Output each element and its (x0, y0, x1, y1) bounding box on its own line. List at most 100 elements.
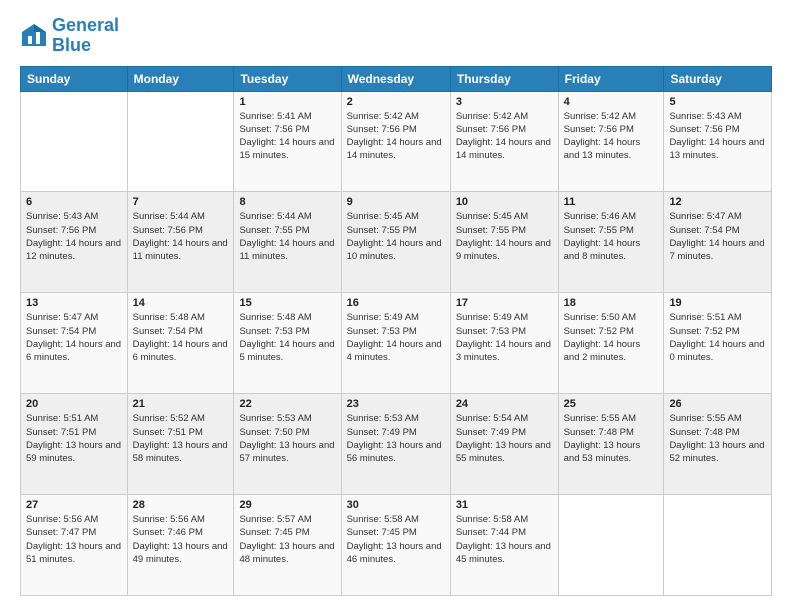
calendar-cell: 12 Sunrise: 5:47 AMSunset: 7:54 PMDayligh… (664, 192, 772, 293)
calendar-cell: 3 Sunrise: 5:42 AMSunset: 7:56 PMDaylight… (450, 91, 558, 192)
day-number: 7 (133, 196, 229, 208)
day-number: 20 (26, 398, 122, 410)
calendar-cell: 27 Sunrise: 5:56 AMSunset: 7:47 PMDayligh… (21, 495, 128, 596)
weekday-header: Sunday (21, 66, 128, 91)
day-number: 4 (564, 96, 659, 108)
logo: General Blue (20, 16, 119, 56)
calendar-cell (558, 495, 664, 596)
calendar-cell: 29 Sunrise: 5:57 AMSunset: 7:45 PMDayligh… (234, 495, 341, 596)
day-number: 10 (456, 196, 553, 208)
day-info: Sunrise: 5:42 AMSunset: 7:56 PMDaylight:… (456, 110, 553, 163)
calendar-cell: 26 Sunrise: 5:55 AMSunset: 7:48 PMDayligh… (664, 394, 772, 495)
header: General Blue (20, 16, 772, 56)
calendar-cell: 7Sunrise: 5:44 AMSunset: 7:56 PMDaylight… (127, 192, 234, 293)
day-number: 19 (669, 297, 766, 309)
day-info: Sunrise: 5:45 AMSunset: 7:55 PMDaylight:… (456, 210, 553, 263)
calendar-cell: 18Sunrise: 5:50 AMSunset: 7:52 PMDayligh… (558, 293, 664, 394)
calendar-cell: 4 Sunrise: 5:42 AMSunset: 7:56 PMDaylight… (558, 91, 664, 192)
day-info: Sunrise: 5:53 AMSunset: 7:49 PMDaylight:… (347, 412, 445, 465)
calendar-cell: 19 Sunrise: 5:51 AMSunset: 7:52 PMDayligh… (664, 293, 772, 394)
day-info: Sunrise: 5:56 AMSunset: 7:47 PMDaylight:… (26, 513, 122, 566)
day-info: Sunrise: 5:41 AMSunset: 7:56 PMDaylight:… (239, 110, 335, 163)
calendar-cell: 2Sunrise: 5:42 AMSunset: 7:56 PMDaylight… (341, 91, 450, 192)
day-info: Sunrise: 5:43 AMSunset: 7:56 PMDaylight:… (669, 110, 766, 163)
calendar-cell: 6Sunrise: 5:43 AMSunset: 7:56 PMDaylight… (21, 192, 128, 293)
day-info: Sunrise: 5:57 AMSunset: 7:45 PMDaylight:… (239, 513, 335, 566)
calendar-cell: 1 Sunrise: 5:41 AMSunset: 7:56 PMDaylight… (234, 91, 341, 192)
calendar-cell: 5 Sunrise: 5:43 AMSunset: 7:56 PMDaylight… (664, 91, 772, 192)
day-info: Sunrise: 5:55 AMSunset: 7:48 PMDaylight:… (669, 412, 766, 465)
weekday-header: Tuesday (234, 66, 341, 91)
weekday-header: Monday (127, 66, 234, 91)
day-number: 15 (239, 297, 335, 309)
day-number: 22 (239, 398, 335, 410)
calendar-cell: 9 Sunrise: 5:45 AMSunset: 7:55 PMDaylight… (341, 192, 450, 293)
calendar-cell: 8 Sunrise: 5:44 AMSunset: 7:55 PMDaylight… (234, 192, 341, 293)
day-number: 23 (347, 398, 445, 410)
day-info: Sunrise: 5:42 AMSunset: 7:56 PMDaylight:… (564, 110, 659, 163)
calendar-cell: 14 Sunrise: 5:48 AMSunset: 7:54 PMDayligh… (127, 293, 234, 394)
calendar-cell: 30 Sunrise: 5:58 AMSunset: 7:45 PMDayligh… (341, 495, 450, 596)
day-info: Sunrise: 5:47 AMSunset: 7:54 PMDaylight:… (26, 311, 122, 364)
day-number: 27 (26, 499, 122, 511)
calendar-cell (21, 91, 128, 192)
day-number: 18 (564, 297, 659, 309)
calendar-cell: 28Sunrise: 5:56 AMSunset: 7:46 PMDayligh… (127, 495, 234, 596)
day-number: 17 (456, 297, 553, 309)
day-number: 14 (133, 297, 229, 309)
day-number: 12 (669, 196, 766, 208)
calendar-cell: 21 Sunrise: 5:52 AMSunset: 7:51 PMDayligh… (127, 394, 234, 495)
day-info: Sunrise: 5:46 AMSunset: 7:55 PMDaylight:… (564, 210, 659, 263)
calendar: SundayMondayTuesdayWednesdayThursdayFrid… (20, 66, 772, 596)
day-number: 1 (239, 96, 335, 108)
day-number: 13 (26, 297, 122, 309)
day-info: Sunrise: 5:54 AMSunset: 7:49 PMDaylight:… (456, 412, 553, 465)
day-info: Sunrise: 5:51 AMSunset: 7:52 PMDaylight:… (669, 311, 766, 364)
day-info: Sunrise: 5:47 AMSunset: 7:54 PMDaylight:… (669, 210, 766, 263)
day-number: 29 (239, 499, 335, 511)
calendar-cell (664, 495, 772, 596)
calendar-cell: 17 Sunrise: 5:49 AMSunset: 7:53 PMDayligh… (450, 293, 558, 394)
day-number: 30 (347, 499, 445, 511)
day-number: 26 (669, 398, 766, 410)
day-number: 28 (133, 499, 229, 511)
calendar-cell: 22 Sunrise: 5:53 AMSunset: 7:50 PMDayligh… (234, 394, 341, 495)
calendar-cell: 25Sunrise: 5:55 AMSunset: 7:48 PMDayligh… (558, 394, 664, 495)
day-number: 3 (456, 96, 553, 108)
day-number: 9 (347, 196, 445, 208)
logo-icon (20, 22, 48, 50)
day-number: 25 (564, 398, 659, 410)
day-info: Sunrise: 5:49 AMSunset: 7:53 PMDaylight:… (347, 311, 445, 364)
calendar-cell: 16 Sunrise: 5:49 AMSunset: 7:53 PMDayligh… (341, 293, 450, 394)
day-number: 16 (347, 297, 445, 309)
logo-text: General Blue (52, 16, 119, 56)
day-info: Sunrise: 5:48 AMSunset: 7:54 PMDaylight:… (133, 311, 229, 364)
day-info: Sunrise: 5:51 AMSunset: 7:51 PMDaylight:… (26, 412, 122, 465)
calendar-cell: 31 Sunrise: 5:58 AMSunset: 7:44 PMDayligh… (450, 495, 558, 596)
day-info: Sunrise: 5:45 AMSunset: 7:55 PMDaylight:… (347, 210, 445, 263)
calendar-cell: 23 Sunrise: 5:53 AMSunset: 7:49 PMDayligh… (341, 394, 450, 495)
day-number: 8 (239, 196, 335, 208)
day-number: 21 (133, 398, 229, 410)
calendar-cell: 13 Sunrise: 5:47 AMSunset: 7:54 PMDayligh… (21, 293, 128, 394)
day-info: Sunrise: 5:44 AMSunset: 7:55 PMDaylight:… (239, 210, 335, 263)
day-info: Sunrise: 5:49 AMSunset: 7:53 PMDaylight:… (456, 311, 553, 364)
calendar-cell: 15Sunrise: 5:48 AMSunset: 7:53 PMDayligh… (234, 293, 341, 394)
page: General Blue SundayMondayTuesdayWednesda… (0, 0, 792, 612)
day-info: Sunrise: 5:58 AMSunset: 7:45 PMDaylight:… (347, 513, 445, 566)
day-info: Sunrise: 5:58 AMSunset: 7:44 PMDaylight:… (456, 513, 553, 566)
day-number: 31 (456, 499, 553, 511)
calendar-cell: 10 Sunrise: 5:45 AMSunset: 7:55 PMDayligh… (450, 192, 558, 293)
day-info: Sunrise: 5:53 AMSunset: 7:50 PMDaylight:… (239, 412, 335, 465)
day-number: 11 (564, 196, 659, 208)
day-info: Sunrise: 5:52 AMSunset: 7:51 PMDaylight:… (133, 412, 229, 465)
weekday-header: Wednesday (341, 66, 450, 91)
day-number: 2 (347, 96, 445, 108)
day-number: 5 (669, 96, 766, 108)
day-number: 6 (26, 196, 122, 208)
weekday-header: Saturday (664, 66, 772, 91)
weekday-header: Thursday (450, 66, 558, 91)
calendar-cell: 20 Sunrise: 5:51 AMSunset: 7:51 PMDayligh… (21, 394, 128, 495)
calendar-cell (127, 91, 234, 192)
day-number: 24 (456, 398, 553, 410)
